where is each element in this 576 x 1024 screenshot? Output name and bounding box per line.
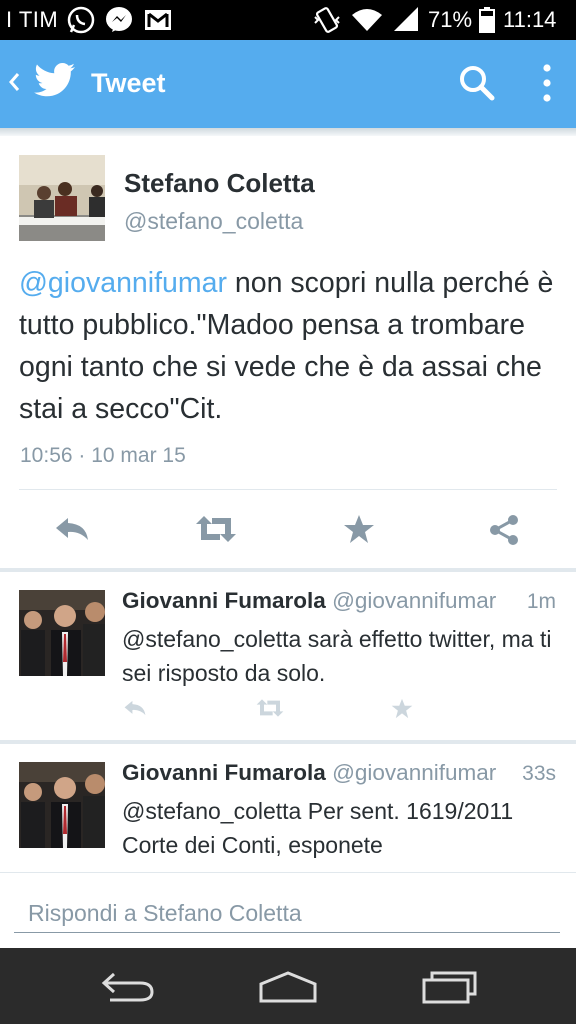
favorite-icon[interactable] [391, 698, 413, 724]
mention-link[interactable]: @giovannifumar [19, 267, 227, 299]
carrier-label: I TIM [6, 7, 59, 32]
list-item[interactable]: Giovanni Fumarola @giovannifumar 1m @ste… [0, 572, 576, 740]
reply-text: @stefano_coletta sarà effetto twitter, m… [122, 626, 552, 686]
navigation-bar [0, 948, 576, 1024]
main-tweet: Stefano Coletta @stefano_coletta @giovan… [0, 136, 576, 568]
toolbar-shadow [0, 128, 576, 136]
battery-icon [478, 5, 496, 40]
retweet-icon[interactable] [194, 514, 238, 549]
reply-header: Giovanni Fumarola @giovannifumar [122, 588, 496, 614]
battery-percent: 71% [428, 7, 473, 32]
screen-title: Tweet [91, 68, 166, 98]
overflow-menu-icon[interactable] [540, 62, 554, 109]
reply-timestamp: 1m [526, 590, 556, 613]
reply-timestamp: 33s [522, 762, 556, 785]
avatar[interactable] [19, 590, 105, 676]
avatar[interactable] [19, 762, 105, 848]
signal-icon [392, 5, 420, 40]
gmail-icon [143, 5, 173, 40]
recents-nav-icon[interactable] [420, 970, 478, 1009]
status-bar: I TIM 71% 11:14 [0, 0, 576, 40]
favorite-icon[interactable] [343, 514, 375, 549]
retweet-icon[interactable] [255, 698, 285, 723]
reply-composer [0, 872, 576, 948]
author-name[interactable]: Stefano Coletta [124, 168, 315, 199]
author-name[interactable]: Giovanni Fumarola [122, 588, 326, 613]
author-handle[interactable]: @giovannifumar [332, 588, 496, 613]
back-nav-icon[interactable] [100, 970, 156, 1009]
home-nav-icon[interactable] [258, 970, 318, 1009]
tweet-timestamp: 10:56 · 10 mar 15 [20, 444, 186, 467]
tweet-text: @giovannifumar non scopri nulla perché è… [19, 262, 564, 430]
action-bar: Tweet [0, 40, 576, 128]
reply-text: @stefano_coletta Per sent. 1619/2011 Cor… [122, 798, 514, 858]
search-icon[interactable] [458, 64, 496, 107]
author-handle[interactable]: @giovannifumar [332, 760, 496, 785]
list-item[interactable]: Giovanni Fumarola @giovannifumar 33s @st… [0, 744, 576, 872]
reply-header: Giovanni Fumarola @giovannifumar [122, 760, 496, 786]
vibrate-icon [312, 5, 342, 40]
reply-icon[interactable] [52, 514, 92, 549]
reply-icon[interactable] [122, 698, 148, 723]
share-icon[interactable] [488, 514, 520, 551]
whatsapp-icon [66, 5, 96, 40]
author-name[interactable]: Giovanni Fumarola [122, 760, 326, 785]
wifi-icon [350, 5, 384, 40]
divider [19, 489, 557, 490]
author-handle[interactable]: @stefano_coletta [124, 208, 303, 235]
back-chevron-icon[interactable] [6, 68, 22, 101]
messenger-icon [104, 5, 134, 40]
avatar[interactable] [19, 155, 105, 241]
clock: 11:14 [503, 7, 557, 32]
twitter-bird-icon[interactable] [34, 62, 76, 105]
reply-input[interactable] [14, 895, 560, 933]
